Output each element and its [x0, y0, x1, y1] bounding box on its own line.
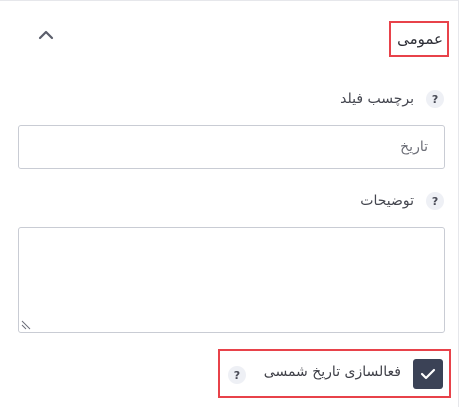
check-icon: [420, 368, 436, 380]
shamsi-date-label[interactable]: فعالسازی تاریخ شمسی: [264, 364, 401, 380]
section-title: عمومی: [397, 30, 443, 48]
field-label-input[interactable]: تاریخ: [18, 125, 445, 169]
section-title-highlight: عمومی: [389, 21, 449, 57]
field-label-help-icon[interactable]: ?: [426, 90, 444, 108]
field-label-row: برچسب فیلد ?: [340, 90, 444, 108]
description-help-icon[interactable]: ?: [426, 192, 444, 210]
shamsi-date-option-highlight: فعالسازی تاریخ شمسی ?: [218, 349, 451, 398]
chevron-up-icon: [38, 30, 54, 40]
description-label-text: توضیحات: [360, 193, 414, 209]
collapse-section-button[interactable]: [36, 27, 56, 43]
description-label-row: توضیحات ?: [360, 192, 444, 210]
section-header-general[interactable]: عمومی: [0, 1, 458, 65]
resize-grip-icon[interactable]: [21, 320, 31, 330]
shamsi-date-help-icon[interactable]: ?: [228, 366, 246, 384]
field-label-input-value: تاریخ: [400, 139, 428, 155]
shamsi-date-checkbox[interactable]: [413, 359, 443, 389]
description-textarea[interactable]: [18, 227, 445, 333]
field-settings-panel: عمومی برچسب فیلد ? تاریخ توضیحات ? فعالس…: [0, 0, 459, 407]
field-label-text: برچسب فیلد: [340, 91, 414, 107]
